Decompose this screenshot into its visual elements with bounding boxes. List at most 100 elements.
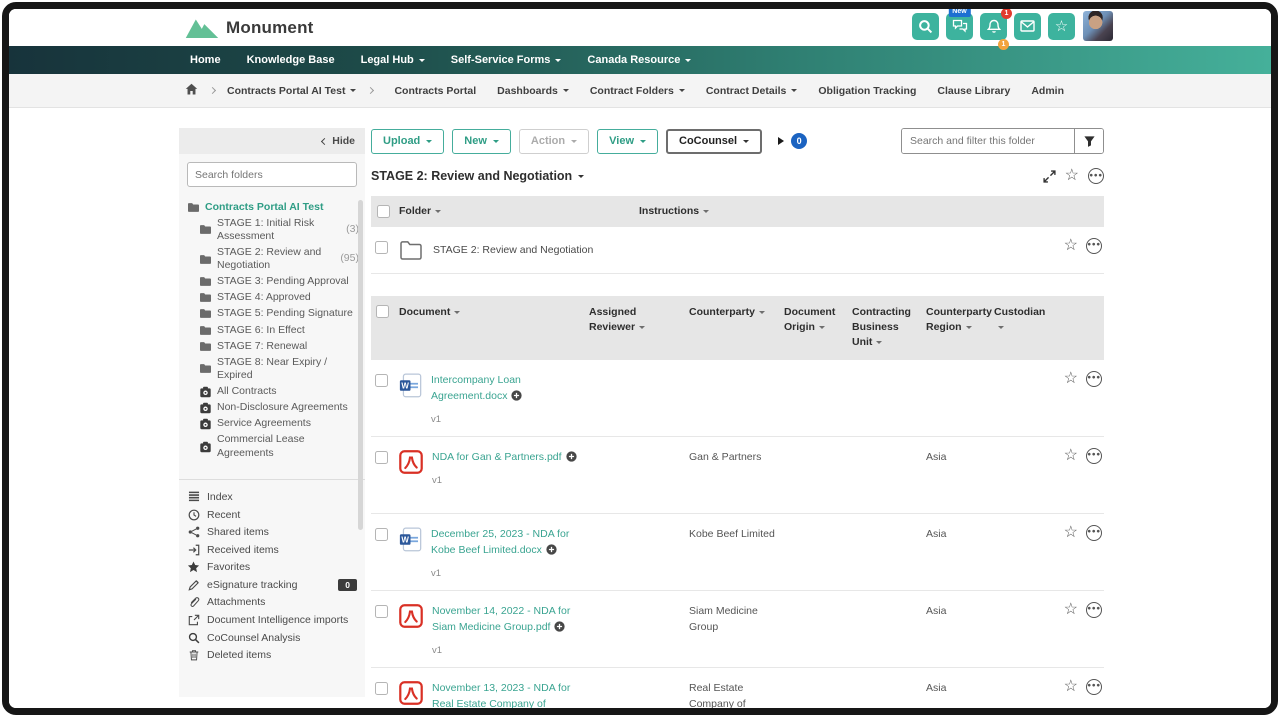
sidebar-item-cocounsel-analysis[interactable]: CoCounsel Analysis bbox=[187, 629, 357, 647]
sidebar-item-esignature-tracking[interactable]: eSignature tracking0 bbox=[187, 576, 357, 594]
search-button[interactable] bbox=[912, 13, 939, 40]
tree-item-stage-6-in-effect[interactable]: STAGE 6: In Effect bbox=[187, 322, 359, 338]
document-link[interactable]: November 13, 2023 - NDA for Real Estate … bbox=[432, 682, 570, 708]
tree-item-stage-1-initial-risk-assessment[interactable]: STAGE 1: Initial Risk Assessment(3) bbox=[187, 215, 359, 244]
tab-contract-folders[interactable]: Contract Folders bbox=[590, 85, 685, 97]
expand-view-button[interactable] bbox=[1043, 170, 1056, 183]
triangle-right-icon[interactable] bbox=[778, 137, 784, 145]
sidebar-item-document-intelligence-imports[interactable]: Document Intelligence imports bbox=[187, 611, 357, 629]
select-all-documents-checkbox[interactable] bbox=[376, 305, 389, 318]
new-button[interactable]: New bbox=[452, 129, 511, 154]
favorite-star-button[interactable]: ☆ bbox=[1064, 679, 1078, 695]
select-all-folders-checkbox[interactable] bbox=[377, 205, 390, 218]
row-more-button[interactable]: ●●● bbox=[1086, 238, 1102, 254]
row-more-button[interactable]: ●●● bbox=[1086, 448, 1102, 464]
action-button[interactable]: Action bbox=[519, 129, 589, 154]
tree-item-stage-5-pending-signature[interactable]: STAGE 5: Pending Signature bbox=[187, 306, 359, 322]
instructions-column-header[interactable]: Instructions bbox=[639, 196, 1044, 227]
favorite-star-button[interactable]: ☆ bbox=[1064, 525, 1078, 541]
nav-item-legal-hub[interactable]: Legal Hub bbox=[361, 54, 425, 66]
plus-circle-icon[interactable] bbox=[566, 451, 577, 467]
row-checkbox[interactable] bbox=[375, 528, 388, 541]
tree-item-all-contracts[interactable]: All Contracts bbox=[187, 384, 359, 400]
nav-item-self-service-forms[interactable]: Self-Service Forms bbox=[451, 54, 562, 66]
document-link[interactable]: Intercompany Loan Agreement.docx bbox=[431, 374, 521, 402]
document-link[interactable]: November 14, 2022 - NDA for Siam Medicin… bbox=[432, 605, 570, 633]
assigned-reviewer-column-header[interactable]: Assigned Reviewer bbox=[589, 296, 689, 360]
document-origin-column-header[interactable]: Document Origin bbox=[784, 296, 852, 360]
tree-item-contracts-portal-ai-test[interactable]: Contracts Portal AI Test bbox=[187, 199, 359, 215]
contracting-business-unit-column-header[interactable]: Contracting Business Unit bbox=[852, 296, 926, 360]
tab-contracts-portal[interactable]: Contracts Portal bbox=[394, 85, 476, 97]
tab-contract-details[interactable]: Contract Details bbox=[706, 85, 798, 97]
tree-item-stage-7-renewal[interactable]: STAGE 7: Renewal bbox=[187, 338, 359, 354]
row-checkbox[interactable] bbox=[375, 682, 388, 695]
mail-button[interactable] bbox=[1014, 13, 1041, 40]
plus-circle-icon[interactable] bbox=[554, 621, 565, 637]
counterparty-region-column-header[interactable]: Counterparty Region bbox=[926, 296, 994, 360]
favorites-button[interactable]: ☆ bbox=[1048, 13, 1075, 40]
folder-search-input[interactable] bbox=[902, 129, 1074, 153]
counterparty-column-header[interactable]: Counterparty bbox=[689, 296, 784, 360]
row-more-button[interactable]: ●●● bbox=[1086, 525, 1102, 541]
favorite-star-button[interactable]: ☆ bbox=[1064, 602, 1078, 618]
home-icon[interactable] bbox=[185, 82, 198, 100]
user-avatar[interactable] bbox=[1083, 11, 1113, 41]
sidebar-item-shared-items[interactable]: Shared items bbox=[187, 523, 357, 541]
selection-count-badge[interactable]: 0 bbox=[791, 133, 807, 149]
hide-sidebar-button[interactable]: Hide bbox=[179, 128, 365, 154]
sidebar-item-favorites[interactable]: Favorites bbox=[187, 559, 357, 577]
folder-more-button[interactable]: ●●● bbox=[1088, 168, 1104, 184]
row-more-button[interactable]: ●●● bbox=[1086, 679, 1102, 695]
document-link[interactable]: NDA for Gan & Partners.pdf bbox=[432, 451, 562, 463]
view-button[interactable]: View bbox=[597, 129, 658, 154]
upload-button[interactable]: Upload bbox=[371, 129, 444, 154]
folder-link[interactable]: STAGE 2: Review and Negotiation bbox=[433, 242, 593, 258]
nav-item-knowledge-base[interactable]: Knowledge Base bbox=[247, 54, 335, 66]
document-column-header[interactable]: Document bbox=[399, 296, 589, 360]
custodian-column-header[interactable]: Custodian bbox=[994, 296, 1050, 360]
version-label: v1 bbox=[432, 644, 581, 659]
tree-item-stage-3-pending-approval[interactable]: STAGE 3: Pending Approval bbox=[187, 274, 359, 290]
caret-down-icon bbox=[563, 89, 569, 92]
tree-item-non-disclosure-agreements[interactable]: Non-Disclosure Agreements bbox=[187, 400, 359, 416]
favorite-folder-button[interactable]: ☆ bbox=[1065, 168, 1079, 184]
row-checkbox[interactable] bbox=[375, 241, 388, 254]
crumb-contracts-portal-ai-test[interactable]: Contracts Portal AI Test bbox=[227, 85, 356, 97]
chat-button[interactable]: New bbox=[946, 13, 973, 40]
cocounsel-button[interactable]: CoCounsel bbox=[666, 129, 762, 154]
nav-item-home[interactable]: Home bbox=[190, 54, 221, 66]
notifications-button[interactable]: 11 bbox=[980, 13, 1007, 40]
row-more-button[interactable]: ●●● bbox=[1086, 371, 1102, 387]
search-folders-input[interactable] bbox=[187, 162, 357, 187]
tree-item-service-agreements[interactable]: Service Agreements bbox=[187, 416, 359, 432]
plus-circle-icon[interactable] bbox=[511, 390, 522, 406]
tree-item-stage-4-approved[interactable]: STAGE 4: Approved bbox=[187, 290, 359, 306]
row-more-button[interactable]: ●●● bbox=[1086, 602, 1102, 618]
filter-button[interactable] bbox=[1074, 129, 1103, 153]
sidebar-item-received-items[interactable]: Received items bbox=[187, 541, 357, 559]
favorite-star-button[interactable]: ☆ bbox=[1064, 448, 1078, 464]
tree-item-commercial-lease-agreements[interactable]: Commercial Lease Agreements bbox=[187, 432, 359, 461]
sidebar-shortcuts: IndexRecentShared itemsReceived itemsFav… bbox=[179, 488, 365, 674]
sidebar-scrollbar[interactable] bbox=[358, 200, 363, 530]
row-checkbox[interactable] bbox=[375, 605, 388, 618]
folder-column-header[interactable]: Folder bbox=[399, 196, 639, 227]
row-checkbox[interactable] bbox=[375, 451, 388, 464]
tab-admin[interactable]: Admin bbox=[1031, 85, 1064, 97]
sidebar-item-recent[interactable]: Recent bbox=[187, 506, 357, 524]
tree-item-stage-8-near-expiry-expired[interactable]: STAGE 8: Near Expiry / Expired bbox=[187, 354, 359, 383]
tab-clause-library[interactable]: Clause Library bbox=[937, 85, 1010, 97]
favorite-star-button[interactable]: ☆ bbox=[1064, 238, 1078, 254]
sidebar-item-index[interactable]: Index bbox=[187, 488, 357, 506]
nav-item-canada-resource[interactable]: Canada Resource bbox=[587, 54, 691, 66]
tab-dashboards[interactable]: Dashboards bbox=[497, 85, 569, 97]
sidebar-item-deleted-items[interactable]: Deleted items bbox=[187, 646, 357, 664]
sidebar-item-attachments[interactable]: Attachments bbox=[187, 594, 357, 612]
plus-circle-icon[interactable] bbox=[546, 544, 557, 560]
favorite-star-button[interactable]: ☆ bbox=[1064, 371, 1078, 387]
tree-item-stage-2-review-and-negotiation[interactable]: STAGE 2: Review and Negotiation(95) bbox=[187, 244, 359, 273]
row-checkbox[interactable] bbox=[375, 374, 388, 387]
tab-obligation-tracking[interactable]: Obligation Tracking bbox=[818, 85, 916, 97]
page-title[interactable]: STAGE 2: Review and Negotiation bbox=[371, 169, 584, 183]
